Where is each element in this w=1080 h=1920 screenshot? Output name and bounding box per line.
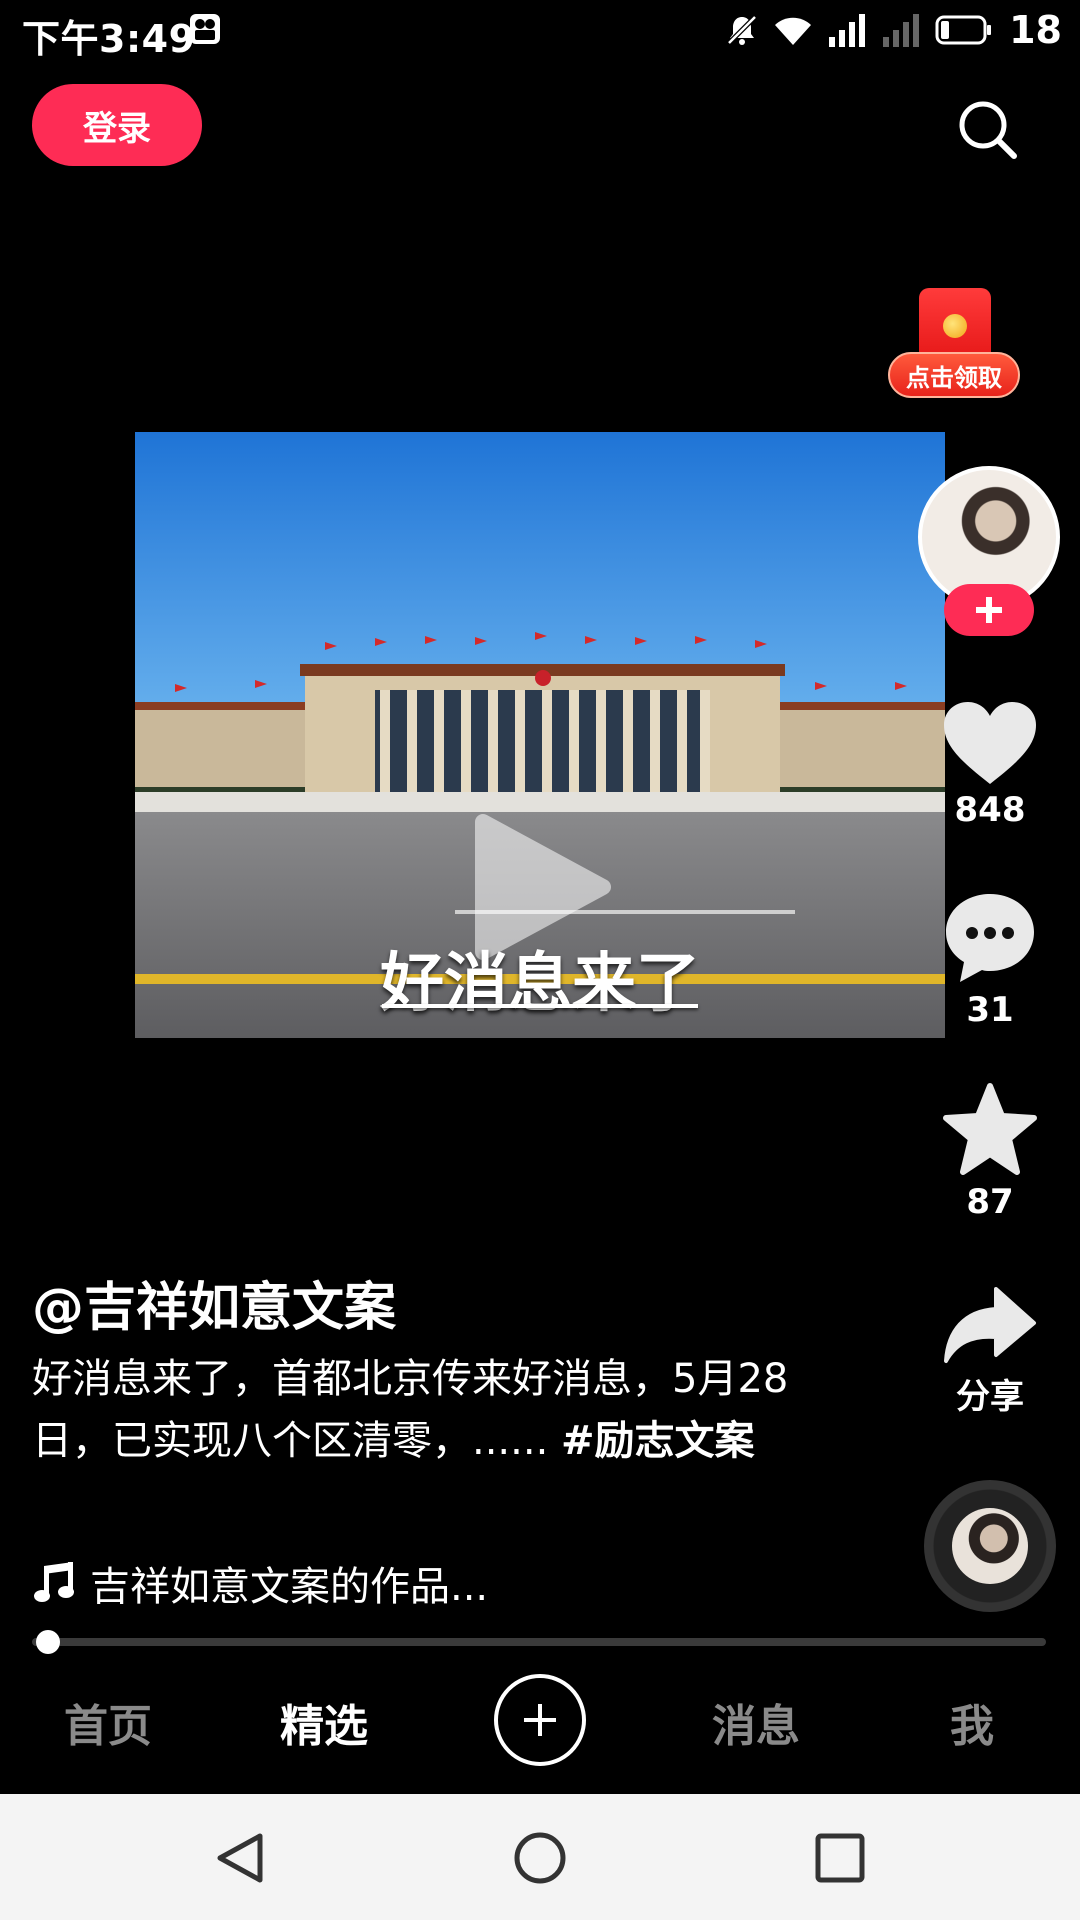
create-button[interactable]: [494, 1674, 586, 1766]
caption-underline: [382, 1004, 698, 1008]
status-time: 下午3:49: [22, 17, 196, 61]
follow-button[interactable]: [944, 584, 1034, 636]
author-name[interactable]: @吉祥如意文案: [32, 1265, 396, 1340]
music-title: 吉祥如意文案的作品...: [90, 1564, 489, 1610]
share-label: 分享: [956, 1377, 1024, 1417]
like-button[interactable]: 848: [920, 700, 1060, 830]
progress-bar[interactable]: [32, 1638, 1046, 1646]
recents-icon[interactable]: [812, 1830, 868, 1886]
red-packet-label: 点击领取: [888, 352, 1020, 398]
bell-muted-icon: [725, 13, 759, 47]
plus-icon: [524, 1704, 556, 1736]
status-bar: 下午3:49 18: [0, 0, 1080, 61]
battery-level: 18: [1009, 8, 1062, 52]
tab-me[interactable]: 我: [892, 1690, 1052, 1754]
music-disc-cover: [952, 1508, 1028, 1584]
music-info[interactable]: 吉祥如意文案的作品...: [32, 1554, 488, 1612]
tab-messages[interactable]: 消息: [676, 1690, 836, 1754]
comment-icon: [946, 894, 1034, 982]
signal-empty-icon: [881, 13, 921, 47]
share-button[interactable]: 分享: [920, 1285, 1060, 1418]
progress-handle[interactable]: [36, 1630, 61, 1654]
tab-featured[interactable]: 精选: [244, 1690, 404, 1754]
like-count: 848: [954, 790, 1026, 830]
star-icon: [943, 1083, 1037, 1175]
heart-icon: [944, 702, 1036, 784]
post-description: 好消息来了，首都北京传来好消息，5月28日，已实现八个区清零，...... #励…: [32, 1348, 792, 1472]
favorite-count: 87: [966, 1182, 1014, 1222]
music-disc[interactable]: [924, 1480, 1056, 1612]
signal-icon: [827, 13, 867, 47]
home-icon[interactable]: [512, 1830, 568, 1886]
comment-count: 31: [966, 990, 1014, 1030]
red-packet-coin: [943, 314, 967, 338]
search-icon[interactable]: [954, 96, 1020, 162]
login-button[interactable]: 登录: [32, 84, 202, 166]
battery-icon: [935, 15, 993, 45]
video-player[interactable]: 好消息来了: [135, 432, 945, 1038]
red-packet-button[interactable]: 点击领取: [888, 288, 1020, 408]
music-note-icon: [34, 1562, 74, 1602]
back-icon[interactable]: [212, 1830, 268, 1886]
camera-app-icon: [190, 14, 220, 44]
hashtag-link[interactable]: #励志文案: [561, 1418, 755, 1464]
plus-icon: [976, 597, 1002, 623]
system-nav-bar: [0, 1794, 1080, 1920]
comment-button[interactable]: 31: [920, 890, 1060, 1030]
video-caption: 好消息来了: [380, 947, 700, 1021]
wifi-icon: [773, 13, 813, 47]
status-icons: 18: [725, 8, 1062, 52]
tab-home[interactable]: 首页: [28, 1690, 188, 1754]
favorite-button[interactable]: 87: [920, 1082, 1060, 1222]
share-icon: [944, 1287, 1036, 1363]
